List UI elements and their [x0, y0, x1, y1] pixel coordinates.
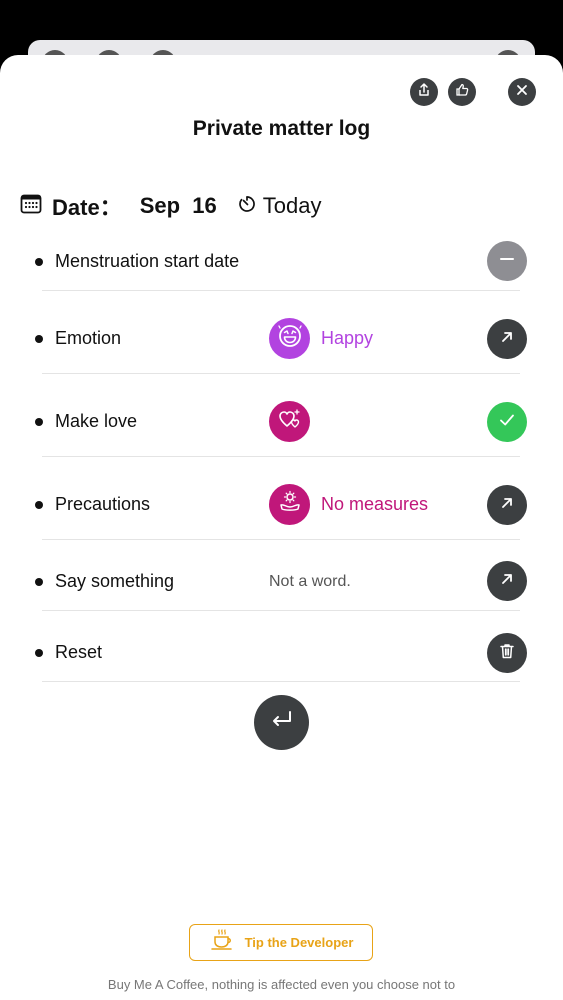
coffee-cup-icon: [209, 927, 235, 958]
minus-icon: [498, 250, 516, 273]
row-label: Reset: [55, 642, 103, 662]
arrow-up-right-icon: [499, 329, 515, 350]
divider: [42, 610, 520, 611]
calendar-icon: [20, 193, 42, 220]
date-label: Date：: [52, 195, 122, 220]
bullet: [35, 649, 43, 657]
bullet: [35, 578, 43, 586]
emotion-badge: [269, 318, 310, 359]
precautions-badge: [269, 484, 310, 525]
today-label: Today: [262, 193, 322, 218]
open-say-something-button[interactable]: [487, 561, 527, 601]
date-row: Date： Sep 16 Today: [20, 191, 321, 221]
hearts-icon: [276, 405, 304, 438]
toggle-menstruation-button[interactable]: [487, 241, 527, 281]
bullet: [35, 501, 43, 509]
divider: [42, 456, 520, 457]
share-button[interactable]: [410, 78, 438, 106]
tip-developer-label: Tip the Developer: [244, 935, 354, 950]
thumbs-up-icon: [454, 82, 470, 103]
bullet: [35, 418, 43, 426]
today-button[interactable]: Today: [237, 193, 322, 219]
confirm-button[interactable]: [254, 695, 309, 750]
close-icon: [515, 83, 529, 102]
reset-button[interactable]: [487, 633, 527, 673]
tip-developer-button[interactable]: Tip the Developer: [189, 924, 373, 961]
emotion-value: Happy: [321, 328, 374, 348]
arrow-up-right-icon: [499, 495, 515, 516]
return-arrow-icon: [268, 706, 296, 739]
row-label: Precautions: [55, 494, 151, 514]
trash-icon: [498, 642, 516, 665]
divider: [42, 373, 520, 374]
divider: [42, 681, 520, 682]
row-label: Make love: [55, 411, 138, 431]
divider: [42, 539, 520, 540]
make-love-badge: [269, 401, 310, 442]
check-icon: [497, 410, 517, 435]
arrow-up-right-icon: [499, 571, 515, 592]
log-sheet: Private matter log Date： Sep 16 Today Me…: [0, 55, 563, 1000]
share-icon: [416, 82, 432, 103]
row-label: Emotion: [55, 328, 122, 348]
page-title: Private matter log: [192, 117, 371, 140]
make-love-check-button[interactable]: [487, 402, 527, 442]
row-label: Say something: [55, 571, 175, 591]
say-something-value: Not a word.: [269, 573, 351, 590]
precautions-value: No measures: [321, 494, 429, 514]
bullet: [35, 258, 43, 266]
like-button[interactable]: [448, 78, 476, 106]
footer-note: Buy Me A Coffee, nothing is affected eve…: [107, 977, 456, 992]
open-emotion-button[interactable]: [487, 319, 527, 359]
divider: [42, 290, 520, 291]
happy-face-icon: [276, 322, 304, 355]
date-value[interactable]: Sep 16: [140, 193, 217, 219]
no-measures-icon: [276, 488, 304, 521]
bullet: [35, 335, 43, 343]
row-label: Menstruation start date: [55, 251, 240, 271]
open-precautions-button[interactable]: [487, 485, 527, 525]
timer-icon: [237, 194, 257, 219]
close-button[interactable]: [508, 78, 536, 106]
